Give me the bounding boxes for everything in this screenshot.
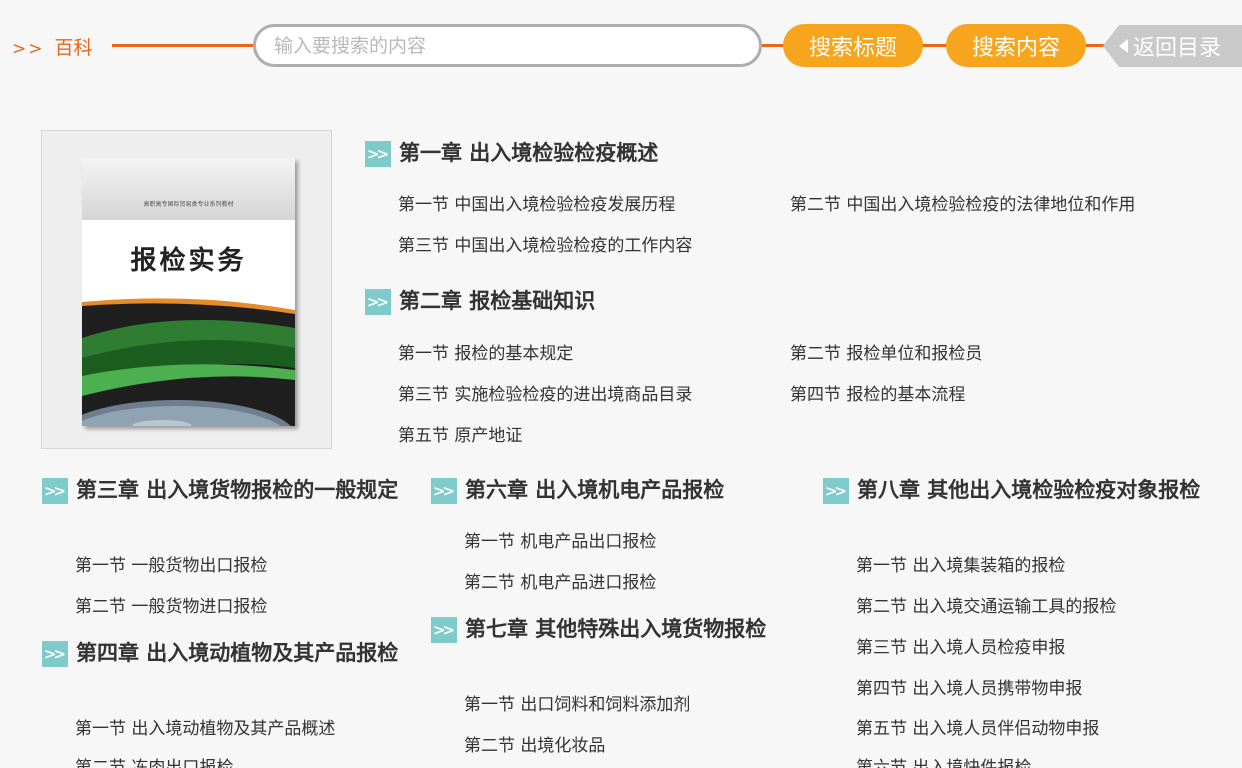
double-chevron-icon: >> — [42, 641, 68, 667]
back-arrow-icon — [1119, 39, 1128, 53]
chapter-title: 第四章 出入境动植物及其产品报检 — [76, 641, 399, 665]
section-link[interactable]: 第五节 出入境人员伴侣动物申报 — [856, 714, 1099, 739]
double-chevron-icon: >> — [823, 478, 849, 504]
back-to-contents-label: 返回目录 — [1133, 36, 1222, 61]
double-chevron-icon: >> — [365, 141, 391, 167]
double-chevron-icon: >> — [431, 478, 457, 504]
section-link[interactable]: 第一节 出入境集装箱的报检 — [856, 551, 1065, 576]
section-link[interactable]: 第四节 出入境人员携带物申报 — [856, 674, 1082, 699]
section-link[interactable]: 第一节 中国出入境检验检疫发展历程 — [398, 190, 675, 215]
chapter-heading[interactable]: >> 第三章 出入境货物报检的一般规定 — [42, 476, 414, 505]
chapter-heading[interactable]: >> 第一章 出入境检验检疫概述 — [365, 139, 1165, 168]
section-link[interactable]: 第二节 中国出入境检验检疫的法律地位和作用 — [790, 190, 1135, 215]
double-chevron-icon: >> — [431, 617, 457, 643]
book-cover-art — [82, 298, 295, 426]
section-link[interactable]: 第五节 原产地证 — [398, 421, 522, 446]
double-chevron-icon: >> — [365, 289, 391, 315]
book-title: 报检实务 — [130, 246, 247, 276]
section-link[interactable]: 第二节 报检单位和报检员 — [790, 339, 982, 364]
search-content-button[interactable]: 搜索内容 — [946, 24, 1086, 67]
section-link[interactable]: 第六节 出入境快件报检 — [856, 753, 1031, 768]
chapter-title: 第八章 其他出入境检验检疫对象报检 — [857, 478, 1201, 502]
top-bar: >> 百科 搜索标题 搜索内容 返回目录 — [0, 0, 1242, 92]
section-link[interactable]: 第一节 出口饲料和饲料添加剂 — [464, 690, 690, 715]
section-link[interactable]: 第三节 实施检验检疫的进出境商品目录 — [398, 380, 692, 405]
book-cover-frame: 高职高专国际贸易类专业系列教材 报检实务 — [41, 130, 332, 449]
section-link[interactable]: 第三节 出入境人员检疫申报 — [856, 633, 1065, 658]
section-link[interactable]: 第一节 报检的基本规定 — [398, 339, 573, 364]
chapter-title: 第三章 出入境货物报检的一般规定 — [76, 478, 399, 502]
breadcrumb-arrows-icon: >> — [12, 39, 45, 59]
breadcrumb-label[interactable]: 百科 — [55, 37, 93, 59]
chapter-heading[interactable]: >> 第二章 报检基础知识 — [365, 287, 1165, 316]
back-to-contents-button[interactable]: 返回目录 — [1103, 25, 1242, 67]
chapter-title: 第六章 出入境机电产品报检 — [465, 478, 725, 502]
section-link[interactable]: 第一节 出入境动植物及其产品概述 — [75, 714, 335, 739]
search-input[interactable] — [253, 24, 762, 67]
section-link[interactable]: 第二节 机电产品进口报检 — [464, 568, 656, 593]
section-link[interactable]: 第一节 机电产品出口报检 — [464, 527, 656, 552]
double-chevron-icon: >> — [42, 478, 68, 504]
section-link[interactable]: 第二节 出入境交通运输工具的报检 — [856, 592, 1116, 617]
search-title-button[interactable]: 搜索标题 — [783, 24, 923, 67]
section-link[interactable]: 第三节 中国出入境检验检疫的工作内容 — [398, 231, 692, 256]
chapter-heading[interactable]: >> 第八章 其他出入境检验检疫对象报检 — [823, 476, 1203, 505]
chapter-title: 第一章 出入境检验检疫概述 — [399, 141, 659, 165]
section-link[interactable]: 第一节 一般货物出口报检 — [75, 551, 267, 576]
chapter-heading[interactable]: >> 第七章 其他特殊出入境货物报检 — [431, 615, 803, 644]
book-subtitle: 高职高专国际贸易类专业系列教材 — [143, 201, 234, 208]
book-cover[interactable]: 高职高专国际贸易类专业系列教材 报检实务 — [82, 158, 295, 426]
section-link[interactable]: 第二节 出境化妆品 — [464, 731, 605, 756]
book-cover-header-band — [82, 158, 295, 220]
chapter-title: 第二章 报检基础知识 — [399, 289, 596, 313]
breadcrumb: >> 百科 — [12, 33, 93, 60]
chapter-heading[interactable]: >> 第四章 出入境动植物及其产品报检 — [42, 639, 414, 668]
chapter-heading[interactable]: >> 第六章 出入境机电产品报检 — [431, 476, 803, 505]
section-link[interactable]: 第二节 冻肉出口报检 — [75, 753, 233, 768]
section-link[interactable]: 第二节 一般货物进口报检 — [75, 592, 267, 617]
chapter-title: 第七章 其他特殊出入境货物报检 — [465, 617, 767, 641]
section-link[interactable]: 第四节 报检的基本流程 — [790, 380, 965, 405]
